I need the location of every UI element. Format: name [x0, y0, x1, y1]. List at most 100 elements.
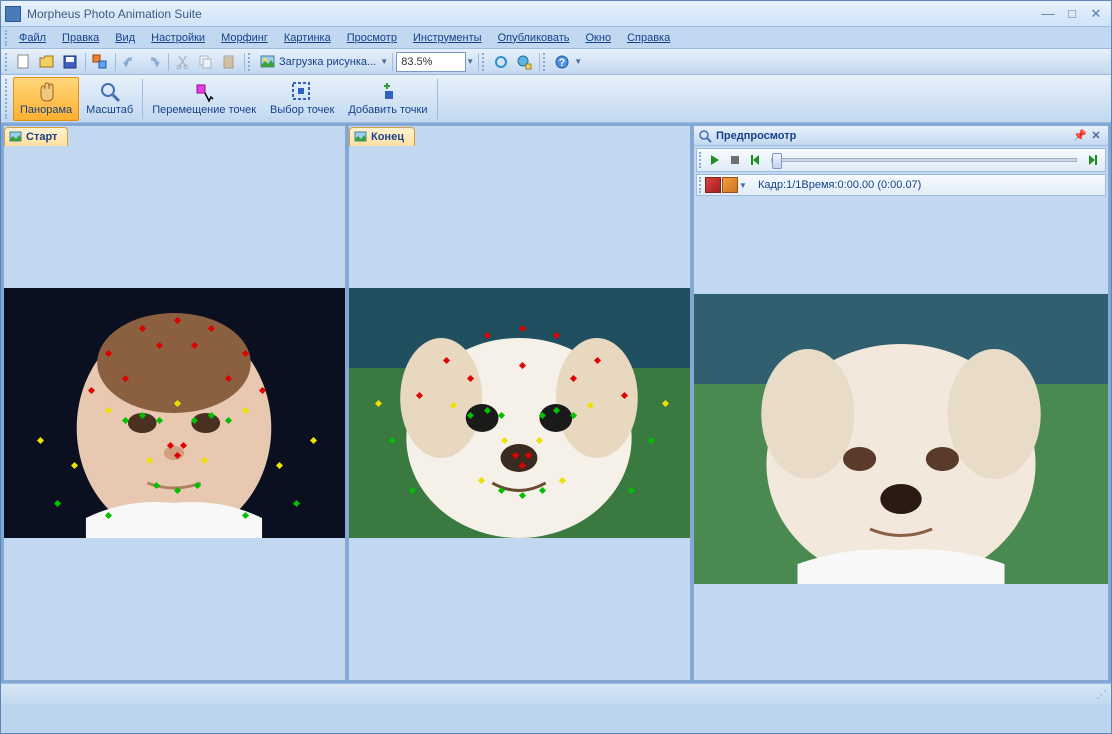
end-frame-swatch[interactable]	[722, 177, 738, 193]
menu-view[interactable]: Вид	[109, 30, 141, 46]
menu-picture[interactable]: Картинка	[278, 30, 337, 46]
picture-icon	[9, 130, 23, 144]
select-point-icon	[291, 81, 313, 103]
grip[interactable]	[699, 177, 703, 193]
paste-button[interactable]	[218, 51, 240, 73]
move-points-tool[interactable]: Перемещение точек	[145, 77, 263, 121]
help-dropdown[interactable]: ▼	[574, 57, 583, 66]
separator	[142, 79, 143, 119]
menu-window[interactable]: Окно	[580, 30, 618, 46]
slider-thumb[interactable]	[772, 153, 782, 169]
separator	[478, 53, 479, 71]
magnifier-icon	[698, 129, 712, 143]
toolbar-grip[interactable]	[248, 53, 252, 71]
cut-button[interactable]	[172, 51, 194, 73]
copy-button[interactable]	[195, 51, 217, 73]
frame-time-label: Кадр:1/1Время:0:00.00 (0:00.07)	[758, 179, 921, 191]
web-button[interactable]	[513, 51, 535, 73]
panel-tabs: Старт	[4, 126, 345, 146]
undo-button[interactable]	[119, 51, 141, 73]
separator	[115, 53, 116, 71]
preview-panel: Предпросмотр 📌 ✕ ▼ Кадр:1/1Время:0:00.00…	[693, 125, 1109, 681]
add-point-icon	[377, 81, 399, 103]
statusbar: ⋰	[1, 683, 1111, 705]
end-tab[interactable]: Конец	[349, 127, 415, 146]
end-image	[349, 288, 690, 538]
stop-button[interactable]	[725, 150, 745, 170]
app-icon	[5, 6, 21, 22]
menu-morphing[interactable]: Морфинг	[215, 30, 274, 46]
start-tab[interactable]: Старт	[4, 127, 68, 146]
add-points-label: Добавить точки	[348, 104, 427, 116]
next-frame-button[interactable]	[1083, 150, 1103, 170]
preview-status-bar: ▼ Кадр:1/1Время:0:00.00 (0:00.07)	[696, 174, 1106, 196]
menu-help[interactable]: Справка	[621, 30, 676, 46]
select-points-label: Выбор точек	[270, 104, 334, 116]
titlebar: Morpheus Photo Animation Suite — □ ✕	[1, 1, 1111, 27]
maximize-button[interactable]: □	[1061, 5, 1083, 23]
zoom-input[interactable]	[396, 52, 466, 72]
menu-file[interactable]: Файл	[13, 30, 52, 46]
add-points-tool[interactable]: Добавить точки	[341, 77, 434, 121]
preview-header: Предпросмотр 📌 ✕	[694, 126, 1108, 146]
separator	[437, 79, 438, 119]
menubar-grip[interactable]	[5, 30, 9, 46]
menu-edit[interactable]: Правка	[56, 30, 105, 46]
end-tab-label: Конец	[371, 131, 404, 143]
menu-settings[interactable]: Настройки	[145, 30, 211, 46]
load-image-button[interactable]: Загрузка рисунка...	[256, 54, 380, 70]
minimize-button[interactable]: —	[1037, 5, 1059, 23]
refresh-button[interactable]	[490, 51, 512, 73]
hand-icon	[35, 81, 57, 103]
menubar: Файл Правка Вид Настройки Морфинг Картин…	[1, 27, 1111, 49]
picture-icon	[260, 54, 276, 70]
load-image-dropdown[interactable]: ▼	[380, 57, 389, 66]
magnifier-icon	[99, 81, 121, 103]
main-toolbar: Загрузка рисунка... ▼ ▼ ? ▼	[1, 49, 1111, 75]
open-button[interactable]	[36, 51, 58, 73]
save-button[interactable]	[59, 51, 81, 73]
resize-grip[interactable]: ⋰	[1096, 688, 1105, 701]
toolbar-grip[interactable]	[5, 79, 9, 119]
separator	[168, 53, 169, 71]
close-panel-button[interactable]: ✕	[1088, 128, 1104, 144]
preview-image	[694, 294, 1108, 584]
preview-image-area[interactable]	[694, 198, 1108, 680]
toolbar-grip[interactable]	[482, 53, 486, 71]
zoom-dropdown[interactable]: ▼	[466, 57, 475, 66]
menu-tools[interactable]: Инструменты	[407, 30, 488, 46]
tool-toolbar: Панорама Масштаб Перемещение точек Выбор…	[1, 75, 1111, 123]
playback-slider[interactable]	[771, 158, 1077, 162]
panorama-tool[interactable]: Панорама	[13, 77, 79, 121]
start-frame-swatch[interactable]	[705, 177, 721, 193]
separator	[85, 53, 86, 71]
prev-frame-button[interactable]	[745, 150, 765, 170]
load-image-label: Загрузка рисунка...	[279, 56, 376, 68]
toolbar-grip[interactable]	[543, 53, 547, 71]
preview-window-button[interactable]	[89, 51, 111, 73]
redo-button[interactable]	[142, 51, 164, 73]
start-image-area[interactable]	[4, 146, 345, 680]
start-panel: Старт	[3, 125, 346, 681]
preview-playback-controls	[696, 148, 1106, 172]
panorama-label: Панорама	[20, 104, 72, 116]
grip[interactable]	[699, 152, 703, 168]
move-point-icon	[193, 81, 215, 103]
toolbar-grip[interactable]	[5, 53, 9, 71]
new-button[interactable]	[13, 51, 35, 73]
move-points-label: Перемещение точек	[152, 104, 256, 116]
select-points-tool[interactable]: Выбор точек	[263, 77, 341, 121]
play-button[interactable]	[705, 150, 725, 170]
separator	[244, 53, 245, 71]
close-button[interactable]: ✕	[1085, 5, 1107, 23]
pin-button[interactable]: 📌	[1072, 128, 1088, 144]
workspace: Старт	[1, 123, 1111, 683]
scale-label: Масштаб	[86, 104, 133, 116]
menu-publish[interactable]: Опубликовать	[492, 30, 576, 46]
separator	[392, 53, 393, 71]
swatch-dropdown[interactable]: ▼	[739, 181, 748, 190]
menu-preview[interactable]: Просмотр	[341, 30, 403, 46]
end-image-area[interactable]	[349, 146, 690, 680]
scale-tool[interactable]: Масштаб	[79, 77, 140, 121]
help-button[interactable]: ?	[551, 51, 573, 73]
